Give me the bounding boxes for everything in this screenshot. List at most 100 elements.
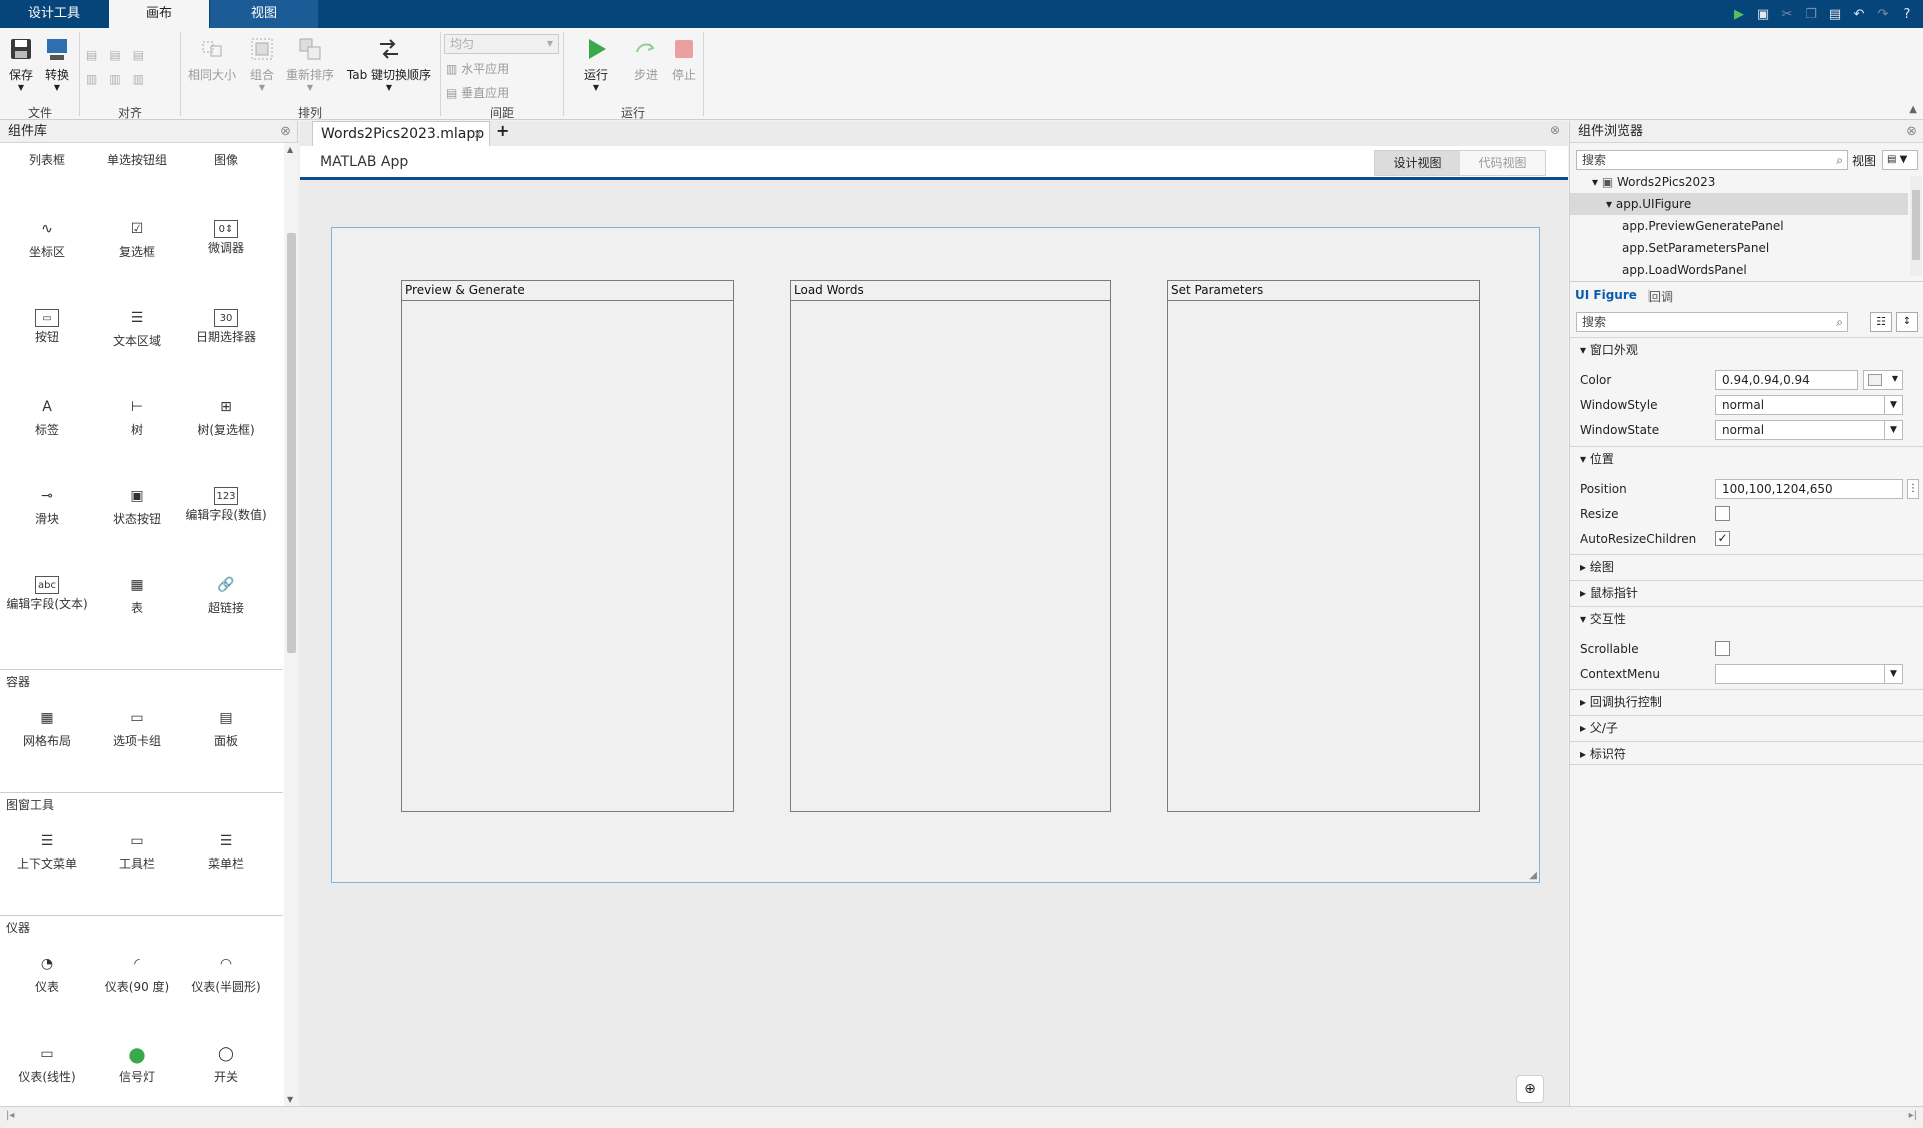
reorder-button[interactable]: 重新排序 ▼ <box>284 36 336 92</box>
preview-generate-panel[interactable]: Preview & Generate <box>401 280 734 812</box>
component-item[interactable]: ◠ 仪表(半圆形) <box>181 951 271 995</box>
library-scrollbar[interactable]: ▲ ▼ <box>284 143 298 1106</box>
color-value-field[interactable]: 0.94,0.94,0.94 <box>1715 370 1858 390</box>
tree-node[interactable]: app.SetParametersPanel <box>1570 237 1908 259</box>
distribute-dropdown[interactable]: 均匀 ▼ <box>444 34 559 54</box>
component-item[interactable]: ▭ 工具栏 <box>92 828 182 872</box>
component-item[interactable]: 123 编辑字段(数值) <box>181 483 271 523</box>
tab-canvas[interactable]: 画布 <box>109 0 209 28</box>
close-panel-icon[interactable]: ⊗ <box>1906 121 1917 143</box>
contextmenu-dropdown[interactable] <box>1715 664 1885 684</box>
group-parent-child[interactable]: ▸ 父/子 <box>1570 715 1923 739</box>
expand-icon[interactable]: ▾ <box>1592 175 1602 189</box>
component-item[interactable]: ◔ 仪表 <box>2 951 92 995</box>
tab-callbacks[interactable]: 回调 <box>1649 288 1673 305</box>
step-button[interactable]: 步进 <box>630 36 662 83</box>
component-item[interactable]: ● 信号灯 <box>92 1041 182 1085</box>
load-words-panel[interactable]: Load Words <box>790 280 1111 812</box>
stop-button[interactable]: 停止 <box>668 36 700 83</box>
property-search-input[interactable]: 搜索 ⌕ <box>1576 312 1848 332</box>
tab-ui-figure[interactable]: UI Figure <box>1575 288 1637 302</box>
tree-node[interactable]: app.LoadWordsPanel <box>1570 259 1908 281</box>
grouped-view-icon[interactable]: ☷ <box>1870 312 1892 332</box>
align-buttons[interactable]: ▤▤▤ <box>86 48 176 62</box>
component-item[interactable]: ☰ 菜单栏 <box>181 828 271 872</box>
component-item[interactable]: ☰ 文本区域 <box>92 305 182 349</box>
component-item[interactable]: ⊞ 树(复选框) <box>181 394 271 438</box>
resize-checkbox[interactable] <box>1715 506 1730 521</box>
component-item[interactable]: ◯ 开关 <box>181 1041 271 1085</box>
autoresize-checkbox[interactable]: ✓ <box>1715 531 1730 546</box>
tree-scrollbar[interactable] <box>1910 176 1922 276</box>
add-tab-icon[interactable]: + <box>496 121 509 140</box>
group-identifiers[interactable]: ▸ 标识符 <box>1570 741 1923 765</box>
group-plotting[interactable]: ▸ 绘图 <box>1570 554 1923 578</box>
component-item[interactable]: A 标签 <box>2 394 92 438</box>
component-item[interactable]: ⊸ 滑块 <box>2 483 92 527</box>
tab-design-tools[interactable]: 设计工具 <box>0 0 108 28</box>
save-icon[interactable]: ▣ <box>1753 4 1773 24</box>
ui-figure-canvas[interactable]: Preview & Generate Load Words Set Parame… <box>331 227 1540 883</box>
chevron-down-icon[interactable]: ▼ <box>1885 664 1903 684</box>
component-item[interactable]: ▣ 状态按钮 <box>92 483 182 527</box>
close-document-icon[interactable]: ⊗ <box>1550 123 1560 137</box>
component-item[interactable]: ▭ 按钮 <box>2 305 92 345</box>
component-item[interactable]: ▦ 网格布局 <box>2 705 92 749</box>
redo-icon[interactable]: ↷ <box>1873 4 1893 24</box>
component-item[interactable]: 30 日期选择器 <box>181 305 271 345</box>
group-button[interactable]: 组合 ▼ <box>244 36 280 92</box>
paste-icon[interactable]: ▤ <box>1825 4 1845 24</box>
expand-icon[interactable]: ▾ <box>1606 197 1616 211</box>
collapse-ribbon-icon[interactable]: ▲ <box>1909 104 1917 115</box>
windowstate-dropdown[interactable]: normal <box>1715 420 1885 440</box>
set-parameters-panel[interactable]: Set Parameters <box>1167 280 1480 812</box>
resize-grip-icon[interactable]: ◢ <box>1529 870 1537 881</box>
cut-icon[interactable]: ✂ <box>1777 4 1797 24</box>
convert-button[interactable]: 转换 ▼ <box>42 36 72 92</box>
component-item[interactable]: ◜ 仪表(90 度) <box>92 951 182 995</box>
view-dropdown[interactable]: ▤ ▼ <box>1882 150 1918 170</box>
undo-icon[interactable]: ↶ <box>1849 4 1869 24</box>
group-mouse-pointer[interactable]: ▸ 鼠标指针 <box>1570 580 1923 604</box>
group-position[interactable]: ▾ 位置 <box>1570 446 1923 470</box>
scroll-down-icon[interactable]: ▼ <box>287 1095 293 1104</box>
scrollable-checkbox[interactable] <box>1715 641 1730 656</box>
group-interactivity[interactable]: ▾ 交互性 <box>1570 606 1923 630</box>
component-item[interactable]: ∿ 坐标区 <box>2 216 92 260</box>
scrollbar-thumb[interactable] <box>287 233 296 653</box>
more-options-icon[interactable]: ⋮ <box>1907 479 1919 499</box>
position-field[interactable]: 100,100,1204,650 <box>1715 479 1903 499</box>
tab-view[interactable]: 视图 <box>210 0 318 28</box>
component-label[interactable]: 列表框 <box>2 153 92 168</box>
chevron-down-icon[interactable]: ▼ <box>1885 395 1903 415</box>
tree-node[interactable]: ▾ app.UIFigure <box>1570 193 1908 215</box>
help-icon[interactable]: ? <box>1897 4 1917 24</box>
save-button[interactable]: 保存 ▼ <box>6 36 36 92</box>
tree-node[interactable]: app.PreviewGeneratePanel <box>1570 215 1908 237</box>
color-picker-button[interactable]: ▼ <box>1863 370 1903 390</box>
copy-icon[interactable]: ❐ <box>1801 4 1821 24</box>
apply-vertical-button[interactable]: ▤ 垂直应用 <box>446 84 509 101</box>
component-item[interactable]: ▦ 表 <box>92 572 182 616</box>
component-item[interactable]: 0⇕ 微调器 <box>181 216 271 256</box>
zoom-icon[interactable]: ⊕ <box>1516 1075 1544 1103</box>
component-item[interactable]: ☰ 上下文菜单 <box>2 828 92 872</box>
document-tab[interactable]: Words2Pics2023.mlapp × <box>312 121 490 146</box>
component-item[interactable]: ▭ 仪表(线性) <box>2 1041 92 1085</box>
scroll-left-icon[interactable]: |◂ <box>6 1110 14 1121</box>
component-label[interactable]: 单选按钮组 <box>92 153 182 168</box>
component-search-input[interactable]: 搜索 ⌕ <box>1576 150 1848 170</box>
run-button[interactable]: 运行 ▼ <box>580 36 612 92</box>
group-callback-execution[interactable]: ▸ 回调执行控制 <box>1570 689 1923 713</box>
group-window-appearance[interactable]: ▾ 窗口外观 <box>1570 337 1923 361</box>
component-item[interactable]: ▭ 选项卡组 <box>92 705 182 749</box>
component-item[interactable]: ☑ 复选框 <box>92 216 182 260</box>
tree-node[interactable]: ▾ ▣ Words2Pics2023 <box>1570 171 1908 193</box>
sort-az-icon[interactable]: ↕ <box>1896 312 1918 332</box>
design-view-button[interactable]: 设计视图 <box>1375 151 1460 175</box>
close-tab-icon[interactable]: × <box>473 122 483 146</box>
chevron-down-icon[interactable]: ▼ <box>1885 420 1903 440</box>
component-item[interactable]: abc 编辑字段(文本) <box>2 572 92 612</box>
component-label[interactable]: 图像 <box>181 153 271 168</box>
close-panel-icon[interactable]: ⊗ <box>280 121 291 143</box>
